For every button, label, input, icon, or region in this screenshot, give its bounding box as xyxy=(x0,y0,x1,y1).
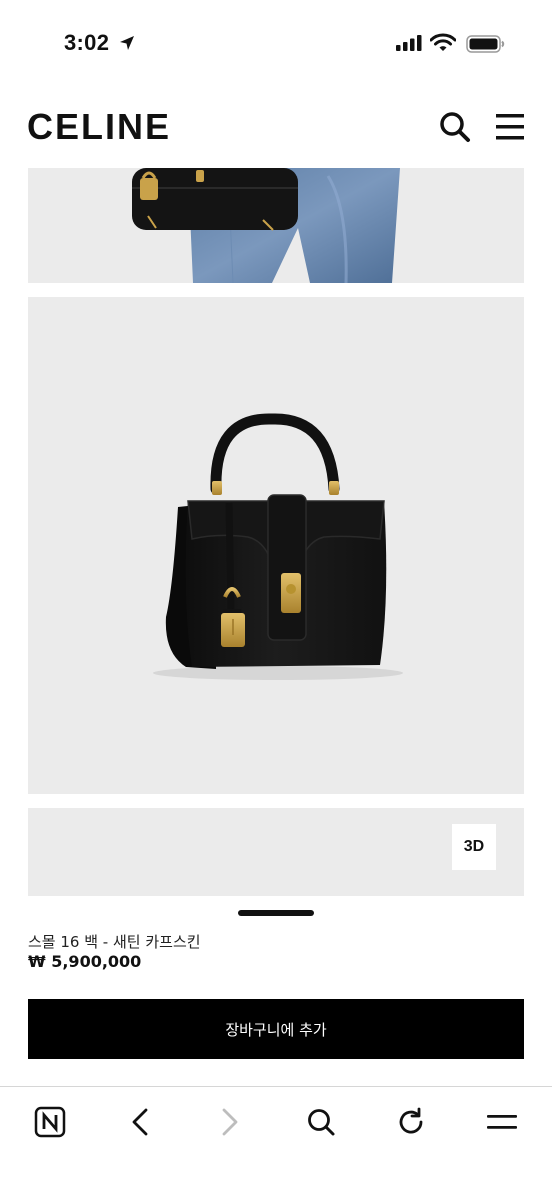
model-photo-illustration xyxy=(132,168,400,283)
site-header: CELINE xyxy=(0,92,552,168)
naver-n-icon xyxy=(34,1106,66,1138)
hamburger-menu-icon[interactable] xyxy=(494,110,526,144)
naver-home-button[interactable] xyxy=(20,1087,80,1157)
back-button[interactable] xyxy=(110,1087,170,1157)
browser-search-button[interactable] xyxy=(291,1087,351,1157)
black-handbag-illustration xyxy=(153,413,403,680)
celine-logo[interactable]: CELINE xyxy=(27,106,171,148)
add-to-cart-button[interactable]: 장바구니에 추가 xyxy=(28,999,524,1059)
back-arrow-icon xyxy=(132,1108,148,1136)
reload-icon xyxy=(399,1107,423,1134)
wifi-icon xyxy=(430,33,456,51)
reload-button[interactable] xyxy=(381,1087,441,1157)
product-image-model[interactable] xyxy=(28,168,524,283)
product-price: ₩ 5,900,000 xyxy=(28,952,142,971)
cellular-signal-icon xyxy=(396,35,422,51)
search-icon xyxy=(308,1109,335,1136)
3d-view-button[interactable]: 3D xyxy=(452,824,496,870)
location-arrow-icon xyxy=(120,36,134,50)
battery-icon xyxy=(466,35,505,53)
product-image-main[interactable] xyxy=(28,297,524,794)
search-icon[interactable] xyxy=(438,110,472,144)
product-name: 스몰 16 백 - 새틴 카프스킨 xyxy=(28,933,201,951)
forward-arrow-icon xyxy=(222,1108,238,1136)
forward-button[interactable] xyxy=(200,1087,260,1157)
gallery-scroll-indicator xyxy=(238,910,314,916)
status-time: 3:02 xyxy=(64,30,110,55)
menu-icon xyxy=(487,1115,517,1129)
browser-menu-button[interactable] xyxy=(472,1087,532,1157)
browser-toolbar xyxy=(0,1086,552,1201)
product-image-3d-panel: 3D xyxy=(28,808,524,896)
status-bar: 3:02 xyxy=(0,0,552,90)
